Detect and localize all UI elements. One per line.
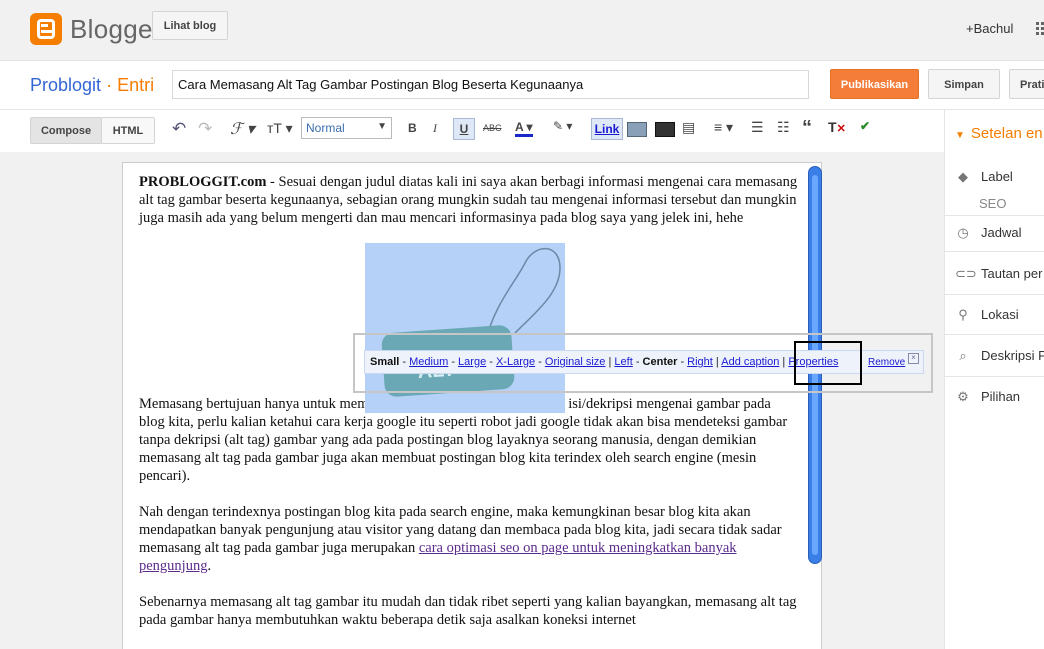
- divider: [945, 334, 1044, 335]
- settings-item-search-description[interactable]: ⌕ Deskripsi P: [955, 348, 1044, 364]
- paragraph-3-end: .: [207, 558, 212, 574]
- undo-icon[interactable]: ↶: [172, 119, 186, 139]
- separator: |: [779, 356, 789, 368]
- align-icon[interactable]: ≡ ▾: [714, 119, 733, 136]
- top-bar: Blogger Lihat blog +Bachul: [0, 0, 1044, 61]
- italic-icon[interactable]: I: [433, 121, 437, 136]
- apps-grid-icon[interactable]: [1036, 22, 1044, 36]
- chevron-down-icon: ▼: [377, 121, 387, 132]
- separator: -: [399, 356, 410, 368]
- blogger-logo-icon[interactable]: [30, 13, 62, 45]
- site-name: PROBLOGGIT.com: [139, 174, 267, 190]
- separator: -: [677, 356, 688, 368]
- size-medium-link[interactable]: Medium: [409, 356, 448, 368]
- search-icon: ⌕: [959, 348, 967, 363]
- post-header: Problogit · Entri Cara Memasang Alt Tag …: [0, 61, 1044, 110]
- bold-icon[interactable]: B: [408, 121, 417, 135]
- divider: [945, 294, 1044, 295]
- post-title-input[interactable]: Cara Memasang Alt Tag Gambar Postingan B…: [172, 70, 809, 99]
- clock-icon: ◷: [957, 225, 969, 240]
- separator: |: [712, 356, 722, 368]
- paragraph-1: PROBLOGGIT.com - Sesuai dengan judul dia…: [139, 173, 799, 227]
- bullet-list-icon[interactable]: ☷: [777, 119, 790, 136]
- size-small-option[interactable]: Small: [370, 356, 399, 368]
- quote-icon[interactable]: “: [802, 117, 812, 140]
- redo-icon[interactable]: ↷: [198, 119, 212, 139]
- editor-toolbar: Compose HTML ↶ ↷ ℱ ▾ тT ▾ Normal ▼ B I U…: [0, 110, 944, 152]
- publish-button[interactable]: Publikasikan: [830, 69, 919, 99]
- size-xlarge-link[interactable]: X-Large: [496, 356, 535, 368]
- user-name[interactable]: +Bachul: [966, 21, 1013, 36]
- separator: -: [632, 356, 643, 368]
- separator: -: [535, 356, 545, 368]
- blog-name[interactable]: Problogit: [30, 75, 101, 95]
- link-button[interactable]: Link: [591, 118, 623, 140]
- tag-icon: ◆: [958, 169, 968, 184]
- settings-item-label-text: Label: [981, 169, 1013, 184]
- caret-down-icon: ▼: [955, 130, 965, 141]
- save-button[interactable]: Simpan: [928, 69, 1000, 99]
- divider: [945, 215, 1044, 216]
- blog-title: Problogit · Entri: [30, 75, 154, 96]
- insert-image-icon[interactable]: [627, 122, 647, 137]
- separator: -: [486, 356, 496, 368]
- format-value: Normal: [306, 121, 345, 135]
- settings-item-permalink[interactable]: ⊂⊃ Tautan per: [955, 266, 1042, 282]
- settings-header-label: Setelan en: [970, 125, 1043, 142]
- close-icon[interactable]: ×: [908, 353, 919, 364]
- app-name[interactable]: Blogger: [70, 14, 162, 45]
- settings-item-location-text: Lokasi: [981, 307, 1019, 322]
- numbered-list-icon[interactable]: ☰: [751, 119, 764, 136]
- link-icon: ⊂⊃: [955, 266, 977, 281]
- separator: -: [448, 356, 459, 368]
- align-right-link[interactable]: Right: [687, 356, 713, 368]
- settings-item-location[interactable]: ⚲ Lokasi: [955, 307, 1019, 323]
- size-large-link[interactable]: Large: [458, 356, 486, 368]
- gear-icon: ⚙: [957, 389, 969, 404]
- remove-format-icon[interactable]: T✕: [828, 119, 846, 135]
- settings-item-schedule-text: Jadwal: [981, 225, 1022, 240]
- divider: [945, 251, 1044, 252]
- size-original-link[interactable]: Original size: [545, 356, 606, 368]
- settings-item-options-text: Pilihan: [981, 389, 1021, 404]
- preview-button[interactable]: Prati: [1009, 69, 1044, 99]
- underline-icon[interactable]: U: [453, 118, 475, 140]
- settings-item-search-description-text: Deskripsi P: [981, 348, 1044, 363]
- section-name: Entri: [117, 75, 155, 95]
- settings-item-seo: SEO: [979, 196, 1007, 211]
- add-caption-link[interactable]: Add caption: [721, 356, 779, 368]
- settings-header[interactable]: ▼ Setelan en: [955, 125, 1043, 142]
- view-blog-button[interactable]: Lihat blog: [152, 11, 228, 40]
- pin-icon: ⚲: [958, 307, 968, 322]
- font-size-icon[interactable]: тT ▾: [267, 120, 293, 137]
- properties-highlight-box: [794, 341, 862, 385]
- title-separator: ·: [106, 75, 113, 95]
- paragraph-4: Sebenarnya memasang alt tag gambar itu m…: [139, 594, 797, 628]
- settings-item-permalink-text: Tautan per: [981, 266, 1043, 281]
- remove-image-link[interactable]: Remove: [868, 357, 905, 368]
- divider: [945, 376, 1044, 377]
- align-left-link[interactable]: Left: [614, 356, 632, 368]
- spellcheck-icon[interactable]: ✔: [860, 119, 870, 133]
- settings-item-options[interactable]: ⚙ Pilihan: [955, 389, 1020, 405]
- jump-break-icon[interactable]: ▤: [682, 119, 695, 136]
- compose-tab[interactable]: Compose: [30, 117, 102, 144]
- post-settings-panel: ▼ Setelan en ◆ Label SEO ◷ Jadwal ⊂⊃ Tautan …: [944, 110, 1044, 649]
- text-color-icon[interactable]: A ▾: [515, 120, 533, 137]
- settings-item-label[interactable]: ◆ Label: [955, 169, 1013, 185]
- font-family-icon[interactable]: ℱ ▾: [230, 119, 255, 139]
- html-tab[interactable]: HTML: [101, 117, 155, 144]
- paragraph-format-select[interactable]: Normal ▼: [301, 117, 392, 139]
- settings-item-schedule[interactable]: ◷ Jadwal: [955, 225, 1021, 241]
- highlight-color-icon[interactable]: ✎ ▾: [553, 119, 572, 133]
- strikethrough-icon[interactable]: ABC: [483, 123, 502, 133]
- align-center-option[interactable]: Center: [643, 356, 678, 368]
- paragraph-3: Nah dengan terindexnya postingan blog ki…: [139, 503, 799, 575]
- insert-video-icon[interactable]: [655, 122, 675, 137]
